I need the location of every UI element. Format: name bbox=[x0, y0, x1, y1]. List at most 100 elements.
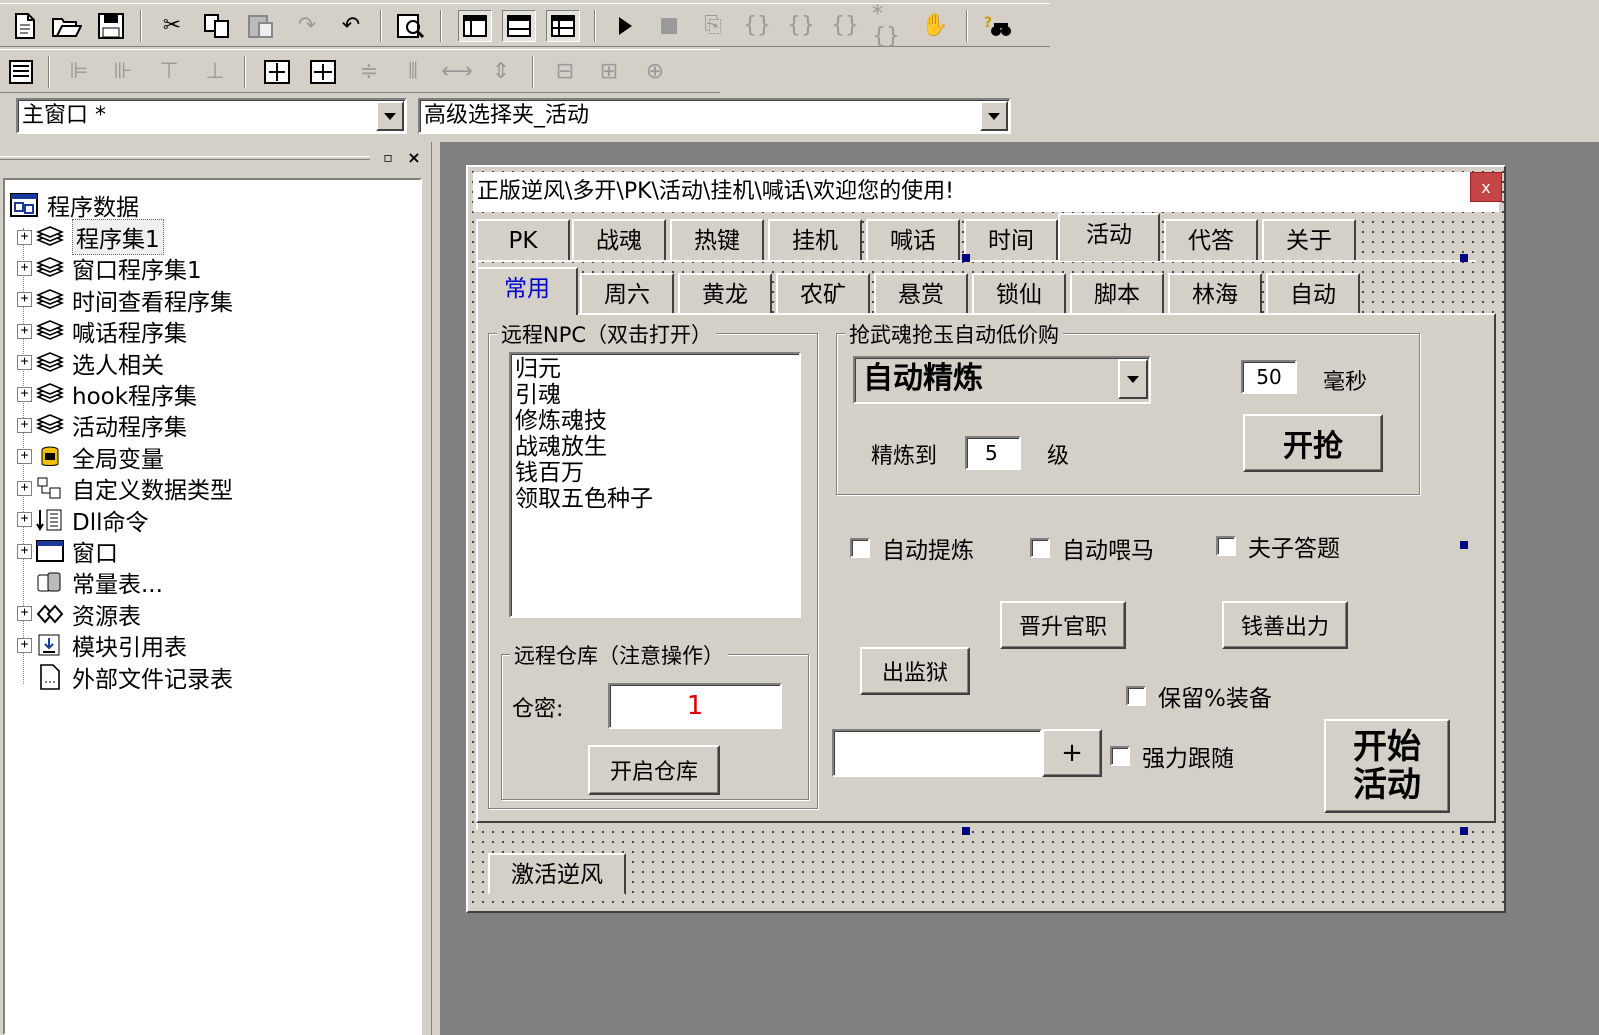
expand-icon[interactable]: + bbox=[17, 292, 32, 308]
donate-button[interactable]: 钱善出力 bbox=[1222, 601, 1348, 649]
hand-icon[interactable]: ✋ bbox=[918, 10, 952, 42]
tree-item[interactable]: + 选人相关 bbox=[17, 348, 164, 379]
tree-item[interactable]: + 活动程序集 bbox=[17, 410, 187, 441]
size-height-icon[interactable]: ⊞ bbox=[592, 56, 626, 88]
restore-icon[interactable]: ▫ bbox=[378, 148, 398, 168]
new-file-icon[interactable] bbox=[8, 10, 42, 42]
tree-item[interactable]: + 喊话程序集 bbox=[17, 316, 187, 347]
tree-item[interactable]: + 模块引用表 bbox=[17, 630, 187, 661]
tab-sub[interactable]: 农矿 bbox=[776, 273, 870, 315]
start-activity-button[interactable]: 开始 活动 bbox=[1324, 719, 1450, 813]
checkbox-box[interactable] bbox=[1216, 536, 1236, 556]
chevron-down-icon[interactable] bbox=[1118, 359, 1148, 399]
npc-list-item[interactable]: 归元 bbox=[515, 356, 795, 382]
tab-top[interactable]: 活动 bbox=[1058, 213, 1160, 261]
interval-ms-field[interactable]: 50 bbox=[1241, 360, 1297, 394]
layout-2-icon[interactable] bbox=[502, 10, 536, 42]
control-select[interactable]: 高级选择夹_活动 bbox=[418, 98, 1011, 134]
tab-sub[interactable]: 常用 bbox=[476, 267, 578, 315]
tab-sub[interactable]: 悬赏 bbox=[874, 273, 968, 315]
same-height-icon[interactable] bbox=[306, 56, 340, 88]
add-button[interactable]: + bbox=[1042, 729, 1102, 777]
selection-handle[interactable] bbox=[962, 254, 970, 262]
tree-item[interactable]: 常量表... bbox=[17, 567, 163, 598]
warehouse-password-field[interactable]: 1 bbox=[608, 683, 782, 729]
tab-sub[interactable]: 脚本 bbox=[1070, 273, 1164, 315]
tree-item[interactable]: + 资源表 bbox=[17, 599, 141, 630]
center-h-icon[interactable]: ≑ bbox=[352, 56, 386, 88]
checkbox-box[interactable] bbox=[1110, 746, 1130, 766]
expand-icon[interactable]: + bbox=[17, 260, 32, 276]
step-over-icon[interactable]: {} bbox=[784, 10, 818, 42]
find-icon[interactable] bbox=[394, 10, 428, 42]
tab-top[interactable]: 热键 bbox=[670, 219, 764, 261]
space-v-icon[interactable]: ⇕ bbox=[484, 56, 518, 88]
quiz-answer-checkbox[interactable]: 夫子答题 bbox=[1216, 529, 1340, 563]
strong-follow-checkbox[interactable]: 强力跟随 bbox=[1110, 739, 1234, 773]
checkbox-box[interactable] bbox=[850, 538, 870, 558]
open-warehouse-button[interactable]: 开启仓库 bbox=[588, 745, 720, 795]
close-button[interactable]: x bbox=[1470, 172, 1502, 202]
redo-icon[interactable]: ↷ bbox=[290, 10, 324, 42]
tree-item[interactable]: + 时间查看程序集 bbox=[17, 285, 233, 316]
step-into-icon[interactable]: {} bbox=[740, 10, 774, 42]
tab-top[interactable]: 代答 bbox=[1164, 219, 1258, 261]
follow-target-field[interactable] bbox=[832, 729, 1042, 777]
checkbox-box[interactable] bbox=[1126, 686, 1146, 706]
step-out-icon[interactable]: {} bbox=[828, 10, 862, 42]
size-width-icon[interactable]: ⊟ bbox=[548, 56, 582, 88]
expand-icon[interactable]: + bbox=[17, 229, 32, 245]
tab-top[interactable]: PK bbox=[476, 219, 570, 261]
close-icon[interactable]: × bbox=[404, 148, 424, 168]
form-icon[interactable] bbox=[4, 56, 38, 88]
keep-equipment-checkbox[interactable]: 保留%装备 bbox=[1126, 679, 1272, 713]
form-window[interactable]: 正版逆风\多开\PK\活动\挂机\喊话\欢迎您的使用! x PK 战魂 热键 挂机 喊话… bbox=[466, 165, 1506, 913]
tree-item[interactable]: + hook程序集 bbox=[17, 379, 197, 410]
tab-top[interactable]: 战魂 bbox=[572, 219, 666, 261]
tab-top[interactable]: 喊话 bbox=[866, 219, 960, 261]
selection-handle[interactable] bbox=[1460, 254, 1468, 262]
tab-sub[interactable]: 黄龙 bbox=[678, 273, 772, 315]
tab-top[interactable]: 关于 bbox=[1262, 219, 1356, 261]
copy-icon[interactable] bbox=[200, 10, 234, 42]
layout-3-icon[interactable] bbox=[546, 10, 580, 42]
stop-icon[interactable] bbox=[652, 10, 686, 42]
step-icon[interactable]: ⎘ bbox=[696, 10, 730, 42]
selection-handle[interactable] bbox=[962, 827, 970, 835]
expand-icon[interactable]: + bbox=[17, 543, 32, 559]
npc-list-item[interactable]: 修炼魂技 bbox=[515, 408, 795, 434]
tree-item[interactable]: + 窗口 bbox=[17, 536, 118, 567]
align-left-icon[interactable]: ⊫ bbox=[62, 56, 96, 88]
buy-mode-select[interactable]: 自动精炼 bbox=[853, 356, 1151, 404]
tree-item[interactable]: + 程序集1 bbox=[17, 219, 164, 255]
cut-icon[interactable]: ✂ bbox=[155, 10, 189, 42]
checkbox-box[interactable] bbox=[1030, 538, 1050, 558]
panel-grip[interactable] bbox=[0, 156, 370, 160]
promote-rank-button[interactable]: 晋升官职 bbox=[1000, 601, 1126, 649]
chevron-down-icon[interactable] bbox=[376, 101, 404, 131]
npc-list-item[interactable]: 战魂放生 bbox=[515, 434, 795, 460]
same-width-icon[interactable] bbox=[260, 56, 294, 88]
expand-icon[interactable]: + bbox=[17, 480, 32, 496]
open-folder-icon[interactable] bbox=[50, 10, 84, 42]
center-v-icon[interactable]: ⫴ bbox=[396, 56, 430, 88]
npc-list-item[interactable]: 领取五色种子 bbox=[515, 486, 795, 512]
tab-top[interactable]: 时间 bbox=[964, 219, 1058, 261]
expand-icon[interactable]: + bbox=[17, 323, 32, 339]
expand-icon[interactable]: + bbox=[17, 355, 32, 371]
tree-item[interactable]: + 窗口程序集1 bbox=[17, 253, 202, 284]
align-top-icon[interactable]: ⊤ bbox=[152, 56, 186, 88]
auto-refine-checkbox[interactable]: 自动提炼 bbox=[850, 531, 974, 565]
save-icon[interactable] bbox=[94, 10, 128, 42]
chevron-down-icon[interactable] bbox=[980, 101, 1008, 131]
align-bottom-icon[interactable]: ⊥ bbox=[198, 56, 232, 88]
expand-icon[interactable] bbox=[17, 669, 32, 684]
run-to-cursor-icon[interactable]: *{} bbox=[872, 4, 906, 48]
tree-item[interactable]: + Dll命令 bbox=[17, 505, 149, 536]
space-h-icon[interactable]: ⟷ bbox=[440, 56, 474, 88]
tab-sub[interactable]: 自动 bbox=[1266, 273, 1360, 315]
auto-feed-horse-checkbox[interactable]: 自动喂马 bbox=[1030, 531, 1154, 565]
expand-icon[interactable]: + bbox=[17, 449, 32, 465]
npc-list-item[interactable]: 引魂 bbox=[515, 382, 795, 408]
expand-icon[interactable] bbox=[17, 575, 32, 590]
